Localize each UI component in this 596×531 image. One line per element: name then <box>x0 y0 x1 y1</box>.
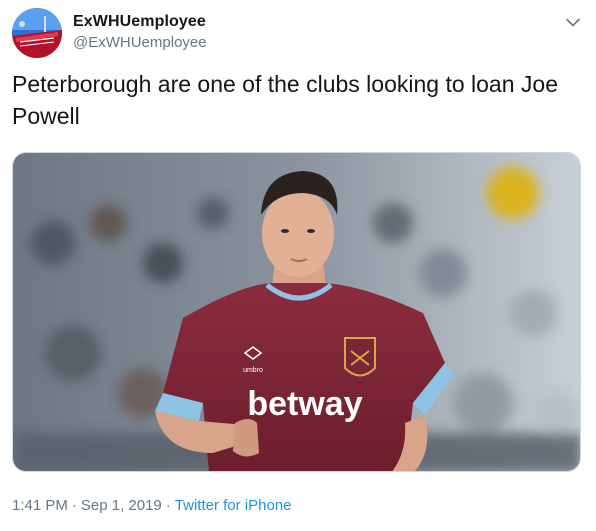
tweet-text: Peterborough are one of the clubs lookin… <box>12 71 558 129</box>
author-display-name[interactable]: ExWHUemployee <box>73 13 206 31</box>
tweet-meta: 1:41 PM · Sep 1, 2019 · Twitter for iPhone <box>12 497 292 514</box>
tweet-media-photo[interactable]: umbro betway <box>12 152 581 472</box>
tweet-source-link[interactable]: Twitter for iPhone <box>175 497 292 514</box>
separator-dot: · <box>71 497 77 514</box>
shirt-sponsor-label: betway <box>247 385 362 423</box>
kit-brand-label: umbro <box>243 367 263 374</box>
avatar[interactable] <box>12 8 62 58</box>
tweet-date[interactable]: Sep 1, 2019 <box>81 497 162 514</box>
player-photo: umbro betway <box>13 153 580 471</box>
author-handle[interactable]: @ExWHUemployee <box>73 34 207 51</box>
separator-dot: · <box>165 497 171 514</box>
chevron-down-icon[interactable] <box>563 12 583 32</box>
tweet: ExWHUemployee @ExWHUemployee Peterboroug… <box>0 0 596 531</box>
stadium-avatar-icon <box>12 8 62 58</box>
tweet-time[interactable]: 1:41 PM <box>12 497 68 514</box>
